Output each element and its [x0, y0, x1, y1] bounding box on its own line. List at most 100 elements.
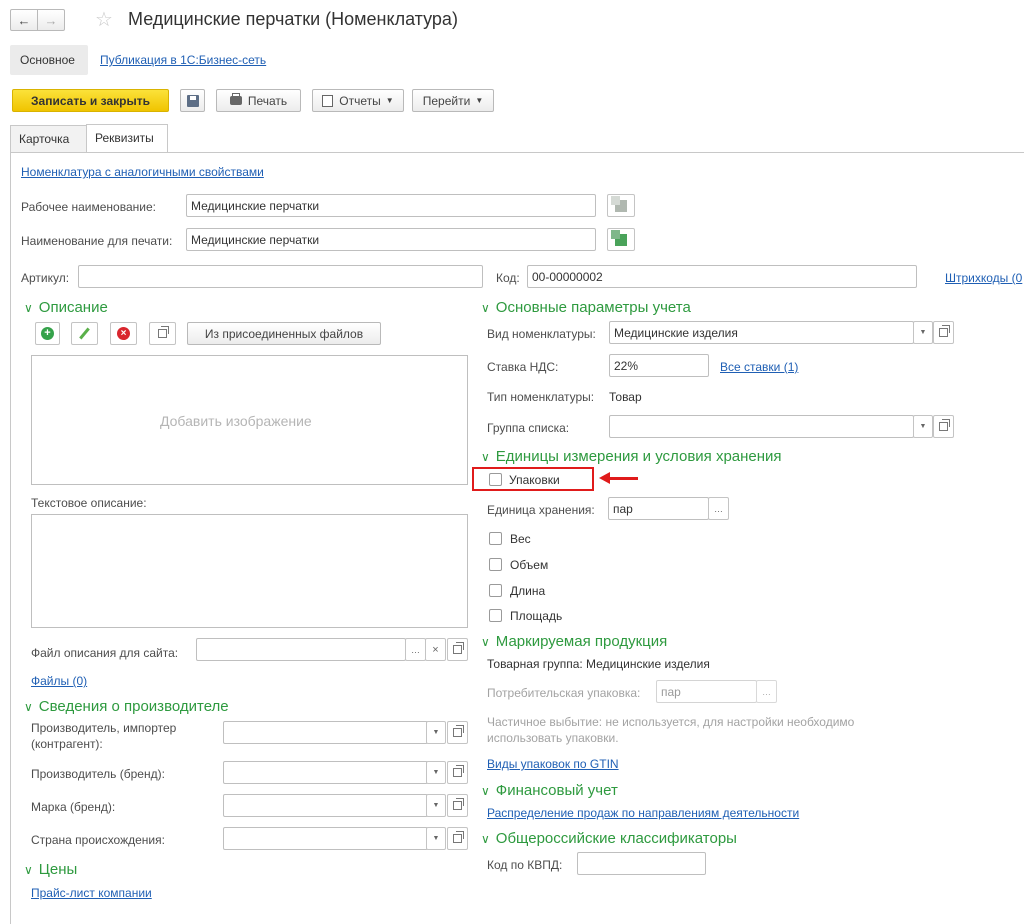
- description-section-title[interactable]: ∨ Описание: [24, 299, 108, 316]
- all-rates-link[interactable]: Все ставки (1): [720, 360, 798, 374]
- country-dropdown-button[interactable]: ▼: [426, 827, 446, 850]
- marking-section-title[interactable]: ∨ Маркируемая продукция: [481, 633, 667, 650]
- site-file-label: Файл описания для сайта:: [31, 646, 179, 660]
- price-list-link[interactable]: Прайс-лист компании: [31, 886, 152, 900]
- site-file-open-button[interactable]: [447, 638, 468, 661]
- add-image-button[interactable]: +: [35, 322, 60, 345]
- volume-label[interactable]: Объем: [510, 558, 548, 572]
- packages-label[interactable]: Упаковки: [509, 473, 560, 487]
- kvpd-label: Код по КВПД:: [487, 858, 563, 872]
- area-checkbox[interactable]: [489, 609, 502, 622]
- mark-input[interactable]: [223, 794, 428, 817]
- tab-card[interactable]: Карточка: [10, 125, 87, 152]
- partial-disposal-line1: Частичное выбытие: не используется, для …: [487, 715, 855, 729]
- goto-button[interactable]: Перейти ▼: [412, 89, 494, 112]
- producer-input[interactable]: [223, 721, 428, 744]
- group-dropdown-button[interactable]: ▼: [913, 415, 933, 438]
- packages-checkbox[interactable]: [489, 473, 502, 486]
- code-input[interactable]: 00-00000002: [527, 265, 917, 288]
- site-file-select-button[interactable]: …: [405, 638, 426, 661]
- vat-label: Ставка НДС:: [487, 360, 559, 374]
- area-label[interactable]: Площадь: [510, 609, 562, 623]
- arrow-left-icon: ←: [17, 12, 31, 28]
- producer-dropdown-button[interactable]: ▼: [426, 721, 446, 744]
- country-open-button[interactable]: [447, 827, 468, 850]
- consumer-pack-select-button[interactable]: …: [756, 680, 777, 703]
- site-file-clear-button[interactable]: ×: [425, 638, 446, 661]
- article-input[interactable]: [78, 265, 483, 288]
- consumer-pack-input[interactable]: пар: [656, 680, 757, 703]
- chevron-down-icon: ∨: [481, 301, 490, 315]
- open-window-icon: [453, 765, 464, 777]
- dropdown-arrow-icon: ▼: [385, 96, 394, 105]
- text-description-area[interactable]: [31, 514, 468, 628]
- delete-image-button[interactable]: ×: [110, 322, 137, 345]
- kind-dropdown-button[interactable]: ▼: [913, 321, 933, 344]
- kind-input[interactable]: Медицинские изделия: [609, 321, 914, 344]
- brand-open-button[interactable]: [447, 761, 468, 784]
- barcodes-link[interactable]: Штрихкоды (0: [945, 271, 1022, 285]
- print-name-input[interactable]: Медицинские перчатки: [186, 228, 596, 251]
- save-icon-button[interactable]: [180, 89, 205, 112]
- nav-publication-link[interactable]: Публикация в 1С:Бизнес-сеть: [100, 53, 266, 67]
- save-close-button[interactable]: Записать и закрыть: [12, 89, 169, 112]
- printer-icon: [229, 93, 242, 105]
- storage-unit-label: Единица хранения:: [487, 503, 595, 517]
- attached-files-button[interactable]: Из присоединенных файлов: [187, 322, 381, 345]
- reports-button[interactable]: Отчеты ▼: [312, 89, 404, 112]
- work-name-input[interactable]: Медицинские перчатки: [186, 194, 596, 217]
- brand-dropdown-button[interactable]: ▼: [426, 761, 446, 784]
- units-section-title[interactable]: ∨ Единицы измерения и условия хранения: [481, 448, 782, 465]
- weight-label[interactable]: Вес: [510, 532, 531, 546]
- chevron-down-icon: ∨: [481, 832, 490, 846]
- tab-details[interactable]: Реквизиты: [86, 124, 168, 152]
- country-label: Страна происхождения:: [31, 833, 165, 847]
- mark-dropdown-button[interactable]: ▼: [426, 794, 446, 817]
- copy-name-button[interactable]: [607, 194, 635, 217]
- print-button[interactable]: Печать: [216, 89, 301, 112]
- volume-checkbox[interactable]: [489, 558, 502, 571]
- prices-section-title[interactable]: ∨ Цены: [24, 861, 77, 878]
- similar-items-link[interactable]: Номенклатура с аналогичными свойствами: [21, 165, 264, 179]
- edit-image-button[interactable]: [71, 322, 98, 345]
- finance-section-title[interactable]: ∨ Финансовый учет: [481, 782, 618, 799]
- vat-input[interactable]: 22%: [609, 354, 709, 377]
- code-label: Код:: [496, 271, 520, 285]
- site-file-input[interactable]: [196, 638, 406, 661]
- country-input[interactable]: [223, 827, 428, 850]
- favorite-star-icon[interactable]: ☆: [95, 7, 113, 32]
- open-image-button[interactable]: [149, 322, 176, 345]
- storage-unit-input[interactable]: пар: [608, 497, 709, 520]
- add-image-placeholder[interactable]: Добавить изображение: [160, 413, 312, 429]
- group-input[interactable]: [609, 415, 914, 438]
- length-checkbox[interactable]: [489, 584, 502, 597]
- group-open-button[interactable]: [933, 415, 954, 438]
- sales-distribution-link[interactable]: Распределение продаж по направлениям дея…: [487, 806, 799, 820]
- text-description-label: Текстовое описание:: [31, 496, 147, 510]
- brand-label: Производитель (бренд):: [31, 767, 165, 781]
- consumer-pack-label: Потребительская упаковка:: [487, 686, 641, 700]
- chevron-down-icon: ∨: [481, 635, 490, 649]
- clear-x-icon: ×: [432, 643, 439, 656]
- chevron-down-icon: ∨: [24, 863, 33, 877]
- kvpd-input[interactable]: [577, 852, 706, 875]
- open-window-icon: [453, 798, 464, 810]
- copy-print-name-button[interactable]: [607, 228, 635, 251]
- chevron-down-icon: ∨: [481, 784, 490, 798]
- files-link[interactable]: Файлы (0): [31, 674, 87, 688]
- producer-open-button[interactable]: [447, 721, 468, 744]
- back-button[interactable]: ←: [10, 9, 38, 31]
- kind-open-button[interactable]: [933, 321, 954, 344]
- window-title: Медицинские перчатки (Номенклатура): [128, 9, 458, 29]
- gtin-packages-link[interactable]: Виды упаковок по GTIN: [487, 757, 619, 771]
- length-label[interactable]: Длина: [510, 584, 545, 598]
- weight-checkbox[interactable]: [489, 532, 502, 545]
- brand-input[interactable]: [223, 761, 428, 784]
- classifiers-section-title[interactable]: ∨ Общероссийские классификаторы: [481, 830, 737, 847]
- storage-unit-select-button[interactable]: …: [708, 497, 729, 520]
- manufacturer-section-title[interactable]: ∨ Сведения о производителе: [24, 698, 229, 715]
- accounting-section-title[interactable]: ∨ Основные параметры учета: [481, 299, 691, 316]
- forward-button[interactable]: →: [37, 9, 65, 31]
- mark-open-button[interactable]: [447, 794, 468, 817]
- producer-label-line2: (контрагент):: [31, 737, 103, 751]
